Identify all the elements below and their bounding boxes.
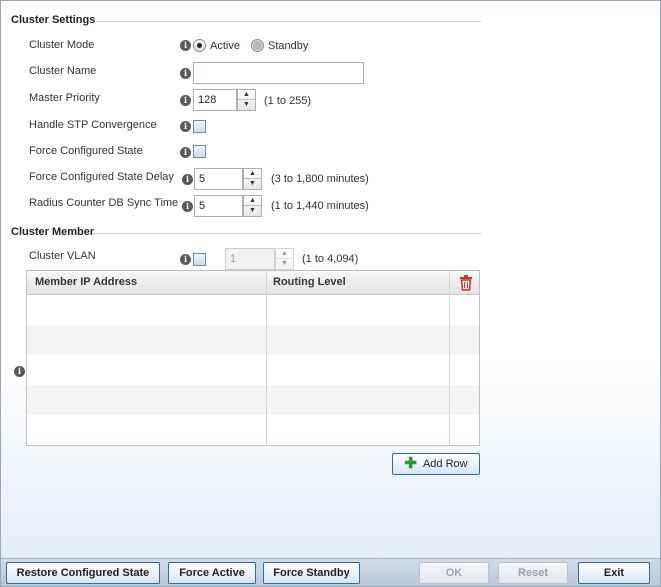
table-row[interactable] bbox=[27, 355, 479, 385]
stepper-up-icon[interactable]: ▲ bbox=[276, 249, 293, 259]
table-header: Member IP Address Routing Level bbox=[27, 271, 479, 295]
table-row[interactable] bbox=[27, 295, 479, 325]
column-header-member-ip[interactable]: Member IP Address bbox=[35, 276, 137, 288]
section-title-cluster-settings: Cluster Settings bbox=[11, 14, 96, 26]
info-icon[interactable]: i bbox=[14, 366, 25, 377]
master-priority-range: (1 to 255) bbox=[264, 95, 312, 107]
stepper-down-icon[interactable]: ▼ bbox=[244, 206, 261, 216]
section-divider bbox=[96, 21, 481, 22]
trash-icon[interactable] bbox=[459, 275, 473, 291]
cluster-mode-label: Cluster Mode bbox=[29, 39, 95, 51]
cluster-mode-active-label: Active bbox=[210, 40, 240, 52]
radius-sync-time-stepper[interactable]: ▲ ▼ bbox=[243, 195, 262, 217]
section-title-cluster-member: Cluster Member bbox=[11, 226, 95, 238]
plus-icon: ✚ bbox=[404, 455, 417, 472]
force-configured-state-delay-label: Force Configured State Delay bbox=[29, 171, 174, 183]
master-priority-label: Master Priority bbox=[29, 92, 100, 104]
info-icon[interactable]: i bbox=[180, 121, 191, 132]
stepper-up-icon[interactable]: ▲ bbox=[244, 196, 261, 206]
table-row[interactable] bbox=[27, 415, 479, 445]
force-active-button[interactable]: Force Active bbox=[168, 562, 256, 584]
force-configured-state-delay-range: (3 to 1,800 minutes) bbox=[271, 173, 369, 185]
footer-bar: Restore Configured State Force Active Fo… bbox=[1, 558, 660, 586]
cluster-vlan-input[interactable]: 1 bbox=[225, 248, 275, 270]
handle-stp-label: Handle STP Convergence bbox=[29, 119, 157, 131]
stepper-down-icon[interactable]: ▼ bbox=[238, 100, 255, 110]
cluster-mode-standby-radio[interactable] bbox=[251, 39, 264, 52]
restore-configured-state-button[interactable]: Restore Configured State bbox=[6, 562, 160, 584]
radius-sync-time-range: (1 to 1,440 minutes) bbox=[271, 200, 369, 212]
cluster-mode-standby-label: Standby bbox=[268, 40, 309, 52]
info-icon[interactable]: i bbox=[180, 68, 191, 79]
ok-button[interactable]: OK bbox=[419, 562, 489, 584]
radius-sync-time-input[interactable]: 5 bbox=[194, 195, 243, 217]
force-configured-state-checkbox[interactable] bbox=[193, 145, 206, 158]
column-header-routing-level[interactable]: Routing Level bbox=[273, 276, 346, 288]
stepper-up-icon[interactable]: ▲ bbox=[238, 90, 255, 100]
force-configured-state-delay-input[interactable]: 5 bbox=[194, 168, 243, 190]
cluster-vlan-label: Cluster VLAN bbox=[29, 250, 96, 262]
column-divider bbox=[449, 271, 450, 445]
force-standby-button[interactable]: Force Standby bbox=[263, 562, 360, 584]
cluster-vlan-stepper[interactable]: ▲ ▼ bbox=[275, 248, 294, 270]
info-icon[interactable]: i bbox=[180, 147, 191, 158]
add-row-label: Add Row bbox=[422, 458, 468, 470]
stepper-up-icon[interactable]: ▲ bbox=[244, 169, 261, 179]
info-icon[interactable]: i bbox=[182, 174, 193, 185]
section-divider bbox=[93, 233, 481, 234]
info-icon[interactable]: i bbox=[180, 254, 191, 265]
force-configured-state-label: Force Configured State bbox=[29, 145, 143, 157]
force-configured-state-delay-stepper[interactable]: ▲ ▼ bbox=[243, 168, 262, 190]
stepper-down-icon[interactable]: ▼ bbox=[276, 259, 293, 269]
column-divider bbox=[266, 271, 267, 445]
add-row-button[interactable]: ✚ Add Row bbox=[392, 453, 480, 475]
cluster-mode-active-radio[interactable] bbox=[193, 39, 206, 52]
master-priority-input[interactable]: 128 bbox=[193, 89, 237, 111]
exit-button[interactable]: Exit bbox=[578, 562, 650, 584]
handle-stp-checkbox[interactable] bbox=[193, 120, 206, 133]
info-icon[interactable]: i bbox=[180, 40, 191, 51]
cluster-name-input[interactable] bbox=[193, 62, 364, 84]
member-table: Member IP Address Routing Level bbox=[26, 270, 480, 446]
reset-button[interactable]: Reset bbox=[498, 562, 568, 584]
table-row[interactable] bbox=[27, 385, 479, 415]
info-icon[interactable]: i bbox=[180, 95, 191, 106]
table-row[interactable] bbox=[27, 325, 479, 355]
cluster-vlan-range: (1 to 4,094) bbox=[302, 253, 359, 265]
master-priority-stepper[interactable]: ▲ ▼ bbox=[237, 89, 256, 111]
info-icon[interactable]: i bbox=[182, 201, 193, 212]
stepper-down-icon[interactable]: ▼ bbox=[244, 179, 261, 189]
radius-sync-time-label: Radius Counter DB Sync Time bbox=[29, 197, 179, 209]
cluster-vlan-checkbox[interactable] bbox=[193, 253, 206, 266]
cluster-name-label: Cluster Name bbox=[29, 65, 97, 77]
